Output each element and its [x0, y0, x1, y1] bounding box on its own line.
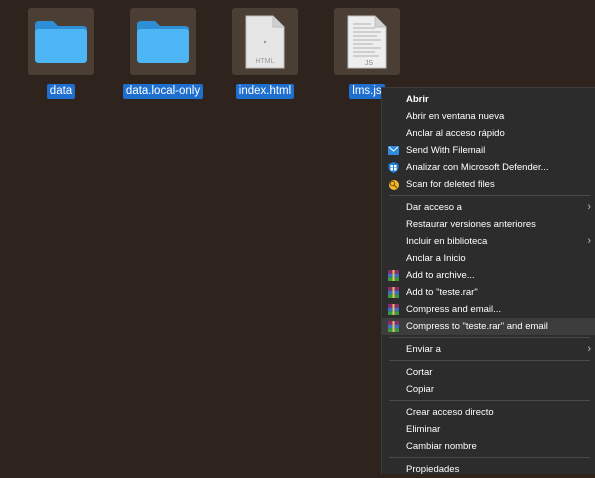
chevron-right-icon: ›	[587, 201, 591, 213]
file-label: lms.js	[349, 84, 385, 99]
menu-item-label: Scan for deleted files	[406, 179, 495, 190]
winrar-icon	[388, 287, 399, 298]
file-item-data-local-only[interactable]: data.local-only	[118, 8, 208, 99]
menu-item-defender[interactable]: Analizar con Microsoft Defender...	[382, 159, 595, 176]
js-file-icon: JS	[334, 8, 400, 75]
file-label: data	[46, 84, 76, 99]
menu-item-add-teste[interactable]: Add to "teste.rar"	[382, 284, 595, 301]
chevron-right-icon: ›	[587, 343, 591, 355]
menu-item-label: Anclar a Inicio	[406, 253, 466, 264]
menu-item-propiedades[interactable]: Propiedades	[382, 461, 595, 478]
file-badge: HTML	[255, 58, 274, 65]
file-item-data[interactable]: data	[26, 8, 96, 99]
menu-item-label: Abrir	[406, 94, 429, 105]
menu-item-label: Dar acceso a	[406, 202, 462, 213]
menu-item-label: Compress to "teste.rar" and email	[406, 321, 548, 332]
menu-item-label: Cambiar nombre	[406, 441, 477, 452]
context-menu: Abrir Abrir en ventana nueva Anclar al a…	[381, 87, 595, 475]
filemail-icon	[388, 146, 399, 155]
menu-item-label: Copiar	[406, 384, 434, 395]
menu-item-label: Compress and email...	[406, 304, 502, 315]
menu-item-dar-acceso[interactable]: Dar acceso a ›	[382, 199, 595, 216]
scan-icon	[389, 180, 399, 190]
menu-item-label: Eliminar	[406, 424, 441, 435]
menu-separator	[389, 400, 590, 401]
file-item-lms-js[interactable]: JS lms.js	[332, 8, 402, 99]
menu-item-label: Incluir en biblioteca	[406, 236, 488, 247]
winrar-icon	[388, 270, 399, 281]
file-label: data.local-only	[122, 84, 204, 99]
menu-item-cambiar-nombre[interactable]: Cambiar nombre	[382, 438, 595, 455]
menu-item-label: Send With Filemail	[406, 145, 486, 156]
menu-item-label: Cortar	[406, 367, 433, 378]
menu-item-crear-acceso[interactable]: Crear acceso directo	[382, 404, 595, 421]
html-file-icon: HTML	[232, 8, 298, 75]
file-badge: JS	[365, 60, 374, 67]
menu-item-biblioteca[interactable]: Incluir en biblioteca ›	[382, 233, 595, 250]
menu-item-compress-teste-email[interactable]: Compress to "teste.rar" and email	[382, 318, 595, 335]
menu-item-eliminar[interactable]: Eliminar	[382, 421, 595, 438]
menu-separator	[389, 360, 590, 361]
menu-item-label: Anclar al acceso rápido	[406, 128, 505, 139]
menu-item-label: Enviar a	[406, 344, 441, 355]
menu-item-label: Restaurar versiones anteriores	[406, 219, 536, 230]
menu-item-label: Analizar con Microsoft Defender...	[406, 162, 549, 173]
menu-item-cortar[interactable]: Cortar	[382, 364, 595, 381]
menu-item-copiar[interactable]: Copiar	[382, 381, 595, 398]
menu-separator	[389, 457, 590, 458]
winrar-icon	[388, 304, 399, 315]
menu-item-abrir[interactable]: Abrir	[382, 91, 595, 108]
desktop: data data.local-only HTML index.html JS …	[0, 0, 595, 475]
menu-item-send-filemail[interactable]: Send With Filemail	[382, 142, 595, 159]
menu-item-abrir-ventana[interactable]: Abrir en ventana nueva	[382, 108, 595, 125]
winrar-icon	[388, 321, 399, 332]
menu-item-label: Crear acceso directo	[406, 407, 494, 418]
defender-shield-icon	[388, 162, 399, 173]
menu-item-label: Propiedades	[406, 464, 460, 475]
menu-item-scan-deleted[interactable]: Scan for deleted files	[382, 176, 595, 193]
menu-item-label: Abrir en ventana nueva	[406, 111, 505, 122]
menu-item-add-archive[interactable]: Add to archive...	[382, 267, 595, 284]
menu-item-restaurar[interactable]: Restaurar versiones anteriores	[382, 216, 595, 233]
file-item-index-html[interactable]: HTML index.html	[230, 8, 300, 99]
folder-icon	[28, 8, 94, 75]
menu-item-anclar-acceso[interactable]: Anclar al acceso rápido	[382, 125, 595, 142]
menu-separator	[389, 337, 590, 338]
chevron-right-icon: ›	[587, 235, 591, 247]
file-label: index.html	[235, 84, 295, 99]
menu-item-enviar[interactable]: Enviar a ›	[382, 341, 595, 358]
menu-separator	[389, 195, 590, 196]
menu-item-compress-email[interactable]: Compress and email...	[382, 301, 595, 318]
menu-item-label: Add to archive...	[406, 270, 475, 281]
menu-item-anclar-inicio[interactable]: Anclar a Inicio	[382, 250, 595, 267]
folder-icon	[130, 8, 196, 75]
menu-item-label: Add to "teste.rar"	[406, 287, 478, 298]
